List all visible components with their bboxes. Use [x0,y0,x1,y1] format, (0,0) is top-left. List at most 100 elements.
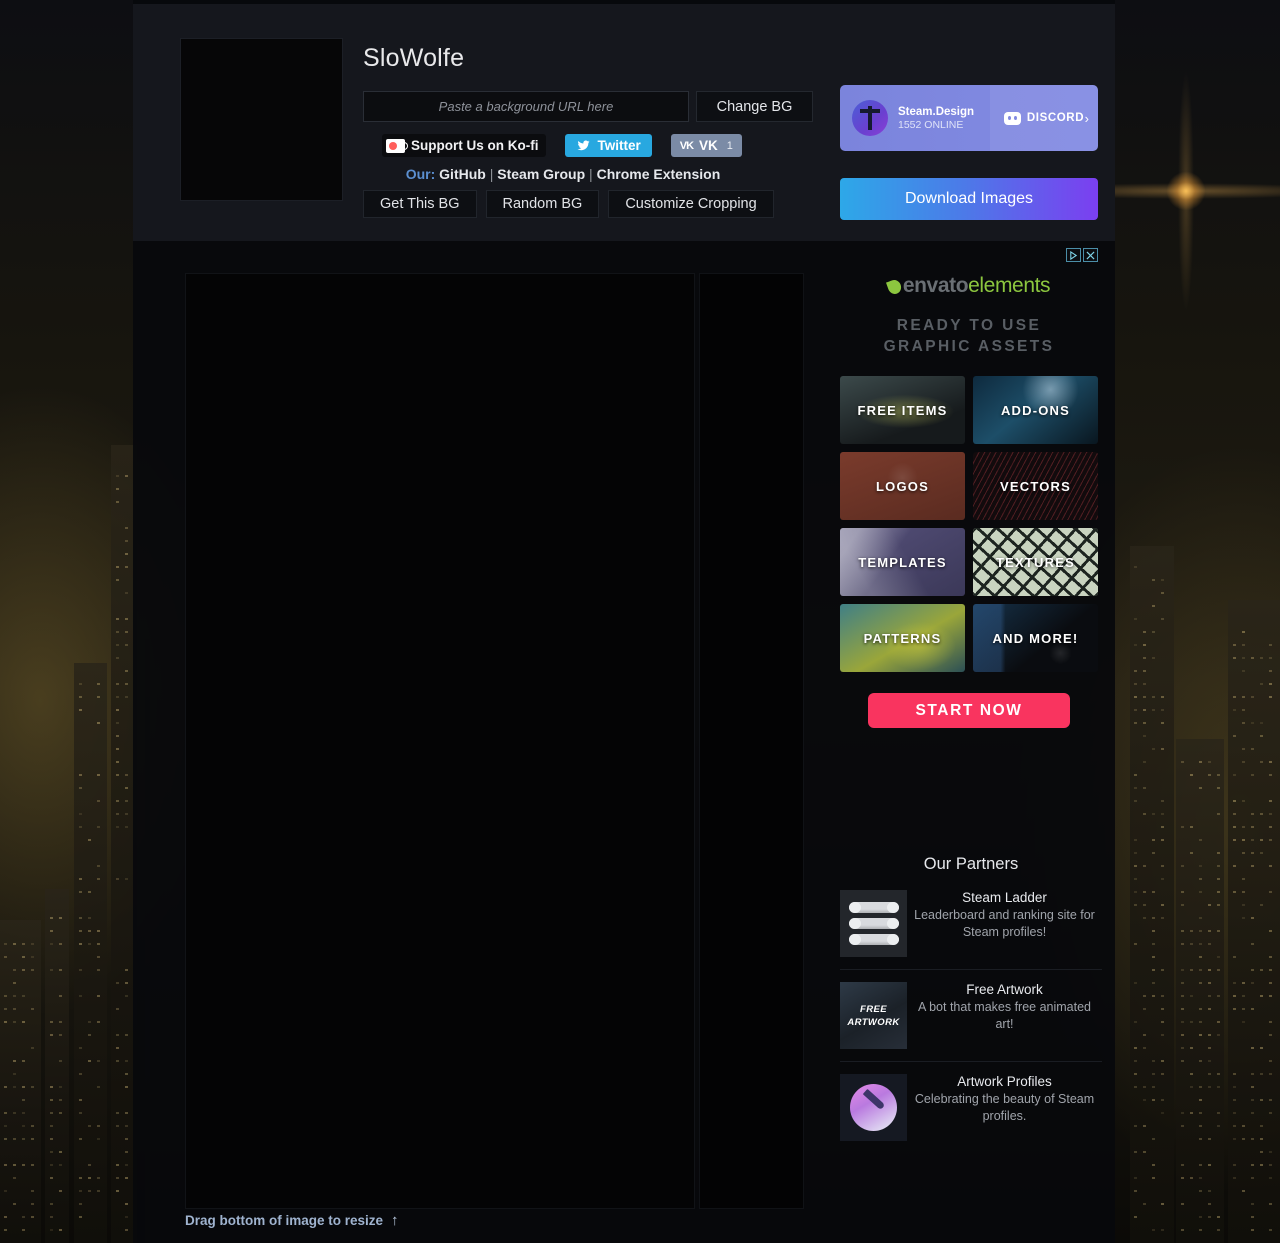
ad-tile-templates[interactable]: TEMPLATES [840,528,965,596]
link-github[interactable]: GitHub [439,166,486,182]
partner-artwork-profiles[interactable]: Artwork Profiles Celebrating the beauty … [840,1074,1102,1153]
building-window [1199,1177,1202,1179]
building-window [125,670,128,672]
ad-tile-vectors[interactable]: VECTORS [973,452,1098,520]
building-window [1269,1151,1272,1153]
partners-title: Our Partners [923,855,1019,873]
building-window [116,748,119,750]
building-window [1161,813,1164,815]
preview-image-main[interactable] [185,273,695,1209]
random-bg-button[interactable]: Random BG [485,190,600,218]
building-window [79,1216,82,1218]
building-window [1134,800,1137,802]
building-window [1251,1073,1254,1075]
discord-server-banner[interactable]: Steam.Design 1552 ONLINE DISCORD › [840,85,1098,151]
building-window [1269,1112,1272,1114]
building-window [1260,839,1263,841]
building-window [1233,774,1236,776]
background-url-input[interactable] [363,91,689,122]
building-window [1242,644,1245,646]
building-window [1143,709,1146,711]
building-window [125,1177,128,1179]
building-window [1242,722,1245,724]
building-window [1161,878,1164,880]
building-window [13,1021,16,1023]
ad-tile-free-items[interactable]: FREE ITEMS [840,376,965,444]
arrow-up-icon: ↑ [391,1212,399,1229]
building-window [4,1216,7,1218]
ad-tile-logos[interactable]: LOGOS [840,452,965,520]
building-window [125,553,128,555]
building-window [1152,748,1155,750]
building-window [125,813,128,815]
building-window [1208,1073,1211,1075]
building-window [4,995,7,997]
partner-text: Free Artwork A bot that makes free anima… [907,982,1102,1033]
building-window [1134,1177,1137,1179]
building-window [1152,852,1155,854]
building-window [1217,995,1220,997]
twitter-button[interactable]: Twitter [565,134,652,157]
building-window [1242,878,1245,880]
building-window [22,969,25,971]
start-now-button[interactable]: START NOW [868,693,1070,728]
get-this-bg-button[interactable]: Get This BG [363,190,477,218]
close-ad-icon[interactable] [1083,248,1098,262]
resize-hint[interactable]: Drag bottom of image to resize ↑ [185,1212,399,1229]
building-window [79,709,82,711]
ad-tile-and-more[interactable]: AND MORE! [973,604,1098,672]
partner-steam-ladder[interactable]: Steam Ladder Leaderboard and ranking sit… [840,890,1102,970]
vk-button[interactable]: VK VK 1 [670,134,742,157]
building-window [1181,826,1184,828]
building-window [1161,826,1164,828]
discord-join-area[interactable]: DISCORD › [990,85,1098,151]
building-window [1269,1021,1272,1023]
link-chrome-extension[interactable]: Chrome Extension [597,166,721,182]
ladder-icon [840,890,907,957]
partner-text: Artwork Profiles Celebrating the beauty … [907,1074,1102,1125]
building-window [1161,865,1164,867]
building-window [59,1229,62,1231]
building-window [1251,1216,1254,1218]
building-window [1161,592,1164,594]
building-window [125,475,128,477]
building-window [59,1190,62,1192]
building-window [1251,748,1254,750]
building-window [1269,956,1272,958]
download-images-button[interactable]: Download Images [840,178,1098,220]
preview-image-side[interactable] [699,273,804,1209]
building-window [1242,1008,1245,1010]
building-window [79,774,82,776]
building-window [1161,1203,1164,1205]
building-window [1152,930,1155,932]
ad-tile-textures[interactable]: TEXTURES [973,528,1098,596]
building-window [59,1151,62,1153]
vk-count: 1 [726,139,733,152]
kofi-support-button[interactable]: Support Us on Ko-fi [382,134,547,157]
building-window [1242,709,1245,711]
building-window [116,657,119,659]
adchoices-icon[interactable] [1066,248,1081,262]
building-window [13,1060,16,1062]
link-steam-group[interactable]: Steam Group [497,166,585,182]
customize-cropping-button[interactable]: Customize Cropping [608,190,774,218]
building-window [125,1151,128,1153]
building-window [1260,735,1263,737]
building [0,920,41,1243]
building-window [97,1086,100,1088]
change-bg-button[interactable]: Change BG [696,91,813,122]
building-window [1199,1112,1202,1114]
building-window [1242,839,1245,841]
building-window [59,1164,62,1166]
building-window [1217,1086,1220,1088]
building-window [50,1151,53,1153]
envato-elements-logo: envatoelements [840,274,1098,298]
building-window [50,1021,53,1023]
partner-free-artwork[interactable]: FREE ARTWORK Free Artwork A bot that mak… [840,982,1102,1062]
building-window [125,800,128,802]
link-separator-1: | [489,166,494,182]
ad-tile-add-ons[interactable]: ADD-ONS [973,376,1098,444]
ad-tile-patterns[interactable]: PATTERNS [840,604,965,672]
building-window [1152,579,1155,581]
building-window [22,1021,25,1023]
